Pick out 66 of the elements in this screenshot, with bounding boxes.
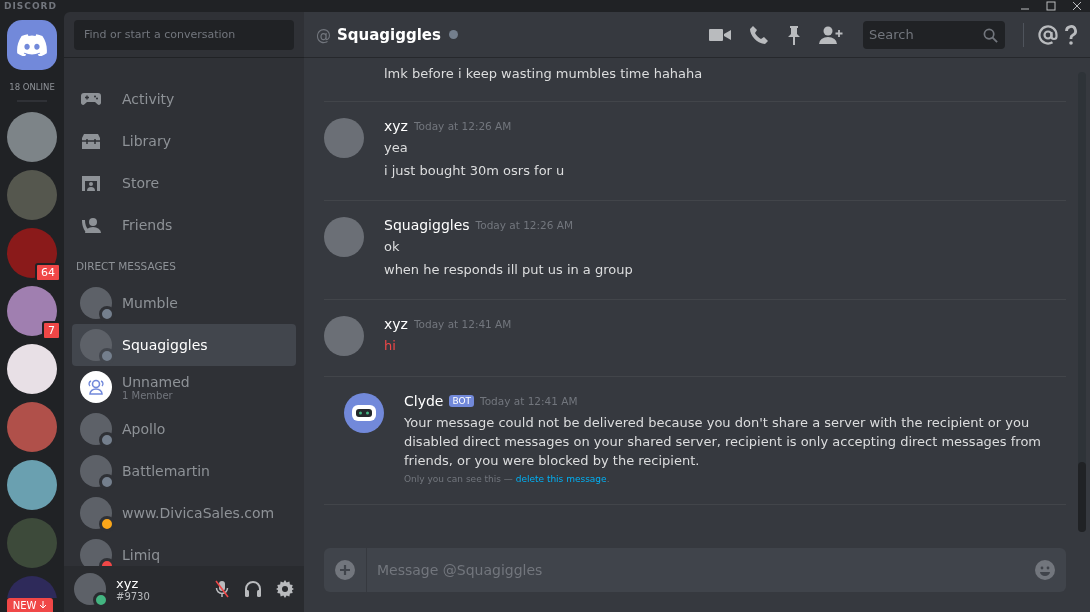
window-title: DISCORD [4,1,57,11]
headphones-icon[interactable] [244,580,262,598]
phone-icon[interactable] [749,24,769,45]
at-sign: @ [316,25,331,44]
nav-item[interactable]: Library [72,120,296,162]
nav-item[interactable]: Store [72,162,296,204]
pin-icon[interactable] [787,24,801,45]
search-icon [983,27,998,43]
nav-item[interactable]: Activity [72,78,296,120]
timestamp: Today at 12:41 AM [413,318,512,330]
author-name: xyz [384,316,408,332]
user-avatar [324,118,364,158]
dm-item[interactable]: Squagiggles [72,324,296,366]
server-icon[interactable] [7,460,57,510]
add-friend-icon[interactable] [819,25,843,44]
author-name: Clyde [404,393,444,409]
author-name: xyz [384,118,408,134]
username: xyz [116,576,140,591]
server-icon[interactable] [7,344,57,394]
maximize-icon[interactable] [1046,1,1056,11]
settings-icon[interactable] [276,580,294,598]
user-avatar [324,217,364,257]
failed-message-text: hi [384,337,397,355]
close-icon[interactable] [1072,1,1082,11]
arrow-down-icon [39,601,48,609]
muted-microphone-icon[interactable] [214,580,230,598]
robot-icon [351,403,377,423]
member-count: 1 Member [122,389,174,401]
timestamp: Today at 12:26 AM [413,120,512,132]
nav-item[interactable]: Friends [72,204,296,246]
store-icon [80,173,102,193]
timestamp: Today at 12:26 AM [475,219,573,231]
scrollbar[interactable] [1078,72,1086,532]
dm-item[interactable]: Battlemartin [72,450,296,492]
unread-badge: 7 [42,321,61,340]
section-title: DIRECT MESSAGES [76,260,177,272]
message-text: lmk before i keep wasting mumbles time hahaha [384,65,703,83]
discord-logo-icon [17,34,47,56]
library-icon [80,131,102,151]
friends-icon [80,215,102,235]
dm-item[interactable]: Mumble [72,282,296,324]
author-name: Squagiggles [384,217,470,233]
new-pill[interactable]: NEW [6,598,54,612]
help-icon[interactable] [1064,24,1078,45]
message-text: i just bought 30m osrs for u [384,162,565,180]
timestamp: Today at 12:41 AM [480,395,578,407]
dm-item[interactable]: www.DivicaSales.com [72,492,296,534]
search-field[interactable]: Find or start a conversation [74,19,294,50]
video-camera-icon[interactable] [709,26,731,43]
unread-badge: 64 [35,263,61,282]
dm-item[interactable]: Unnamed 1 Member [72,366,296,408]
message-text: Your message could not be delivered because you don't share a server with the recipient or you disabled direct messages on your shared server, recipient is only accepting direct messages from friends, or you were blocked by the recipient. [404,414,1043,470]
online-count: 18 ONLINE [9,82,55,92]
home-button[interactable] [7,20,57,70]
message-text: when he responds ill put us in a group [384,261,633,279]
delete-message-link[interactable]: delete this message [515,474,607,484]
dm-item[interactable]: Apollo [72,408,296,450]
message-text: yea [384,139,409,157]
mention-icon[interactable] [1038,24,1058,45]
user-avatar [324,316,364,356]
user-tag: #9730 [116,591,204,602]
bot-tag: BOT [449,395,475,407]
message-text: ok [384,238,401,256]
channel-name: Squagiggles [337,25,441,44]
search-field[interactable]: Search [863,20,1005,49]
group-icon [86,377,106,397]
